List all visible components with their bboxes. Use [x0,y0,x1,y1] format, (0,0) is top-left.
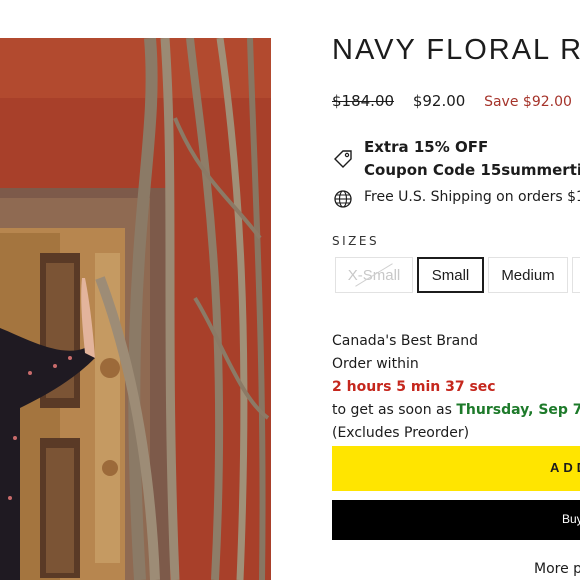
buy-now-button[interactable]: Buy [332,500,580,540]
size-option-x-small[interactable]: X-Small [335,257,413,293]
buy-now-label: Buy [562,512,580,526]
countdown-timer: 2 hours 5 min 37 sec [332,379,496,395]
price-row: $184.00 $92.00 Save $92.00 [332,92,572,110]
product-title: NAVY FLORAL RU [332,34,580,66]
size-option-small[interactable]: Small [417,257,484,293]
size-option-next[interactable] [572,257,580,293]
size-option-label: Small [431,266,470,284]
more-payment-options-link[interactable]: More p [534,561,580,577]
arrival-date: Thursday, Sep 7 [456,402,580,418]
brand-line: Canada's Best Brand [332,333,479,349]
product-photo-illustration [0,38,271,580]
sale-price: $92.00 [412,92,466,110]
add-to-cart-button[interactable]: ADD [332,446,580,491]
tag-icon [332,148,354,170]
preorder-note: (Excludes Preorder) [332,425,470,441]
delivery-estimate: Canada's Best Brand Order within 2 hours… [332,330,580,445]
save-amount: Save $92.00 [484,94,572,110]
product-image[interactable] [0,38,271,580]
size-option-medium[interactable]: Medium [488,257,568,293]
promo-coupon-code: Coupon Code 15summertime [364,161,580,179]
arrival-prefix: to get as soon as [332,402,457,418]
size-option-label: Medium [501,266,555,284]
add-to-cart-label: ADD [550,460,580,475]
shipping-text: Free U.S. Shipping on orders $14 [364,189,580,205]
sizes-label: SIZES [332,234,380,248]
order-within-label: Order within [332,356,419,372]
arrival-line: to get as soon as Thursday, Sep 7 [332,399,580,422]
size-option-label: X-Small [347,266,401,284]
globe-icon [333,189,353,209]
product-info: NAVY FLORAL RU $184.00 $92.00 Save $92.0… [332,0,580,580]
promo-headline: Extra 15% OFF [364,138,489,156]
original-price: $184.00 [332,92,395,110]
